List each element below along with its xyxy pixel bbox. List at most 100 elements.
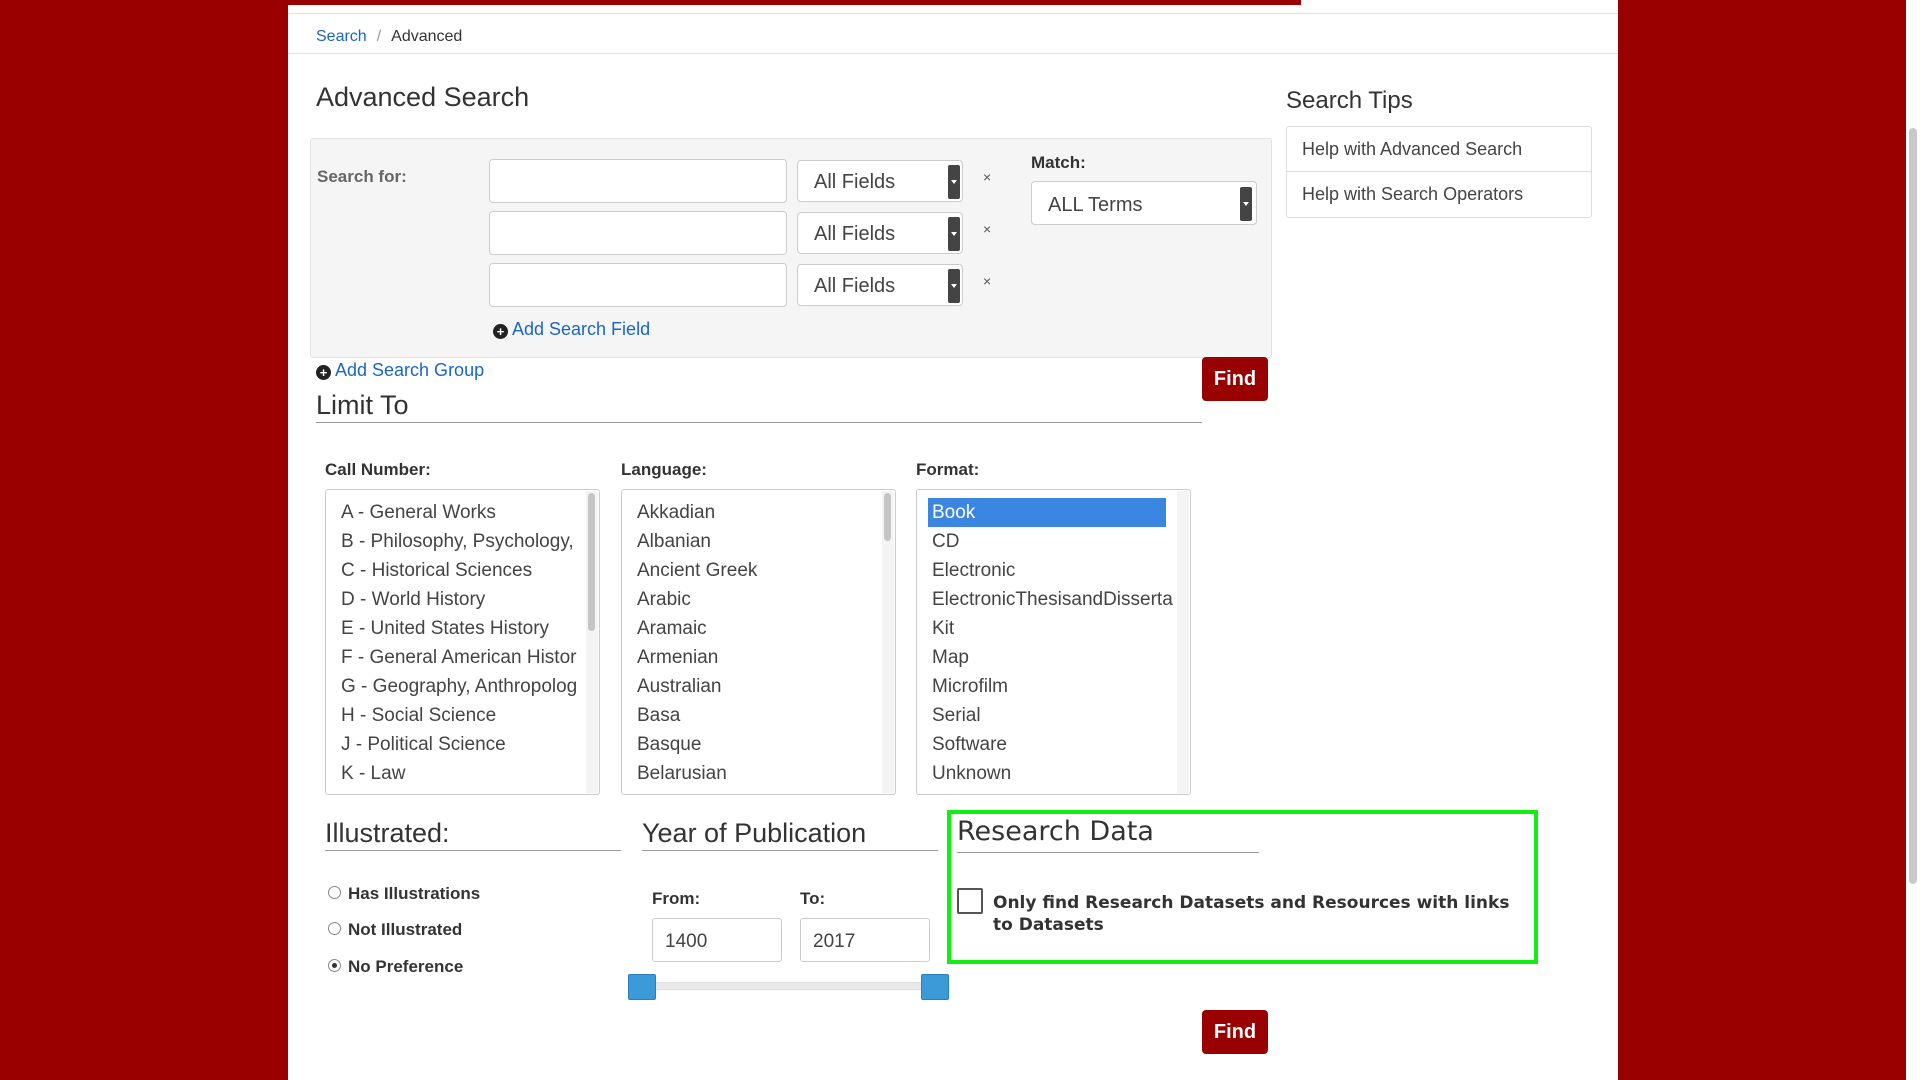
call-number-listbox[interactable]: A - General Works B - Philosophy, Psychol… (325, 489, 600, 795)
slider-handle-to[interactable] (921, 974, 949, 1000)
list-option[interactable]: Electronic (917, 556, 1178, 585)
list-option[interactable]: Aramaic (622, 614, 883, 643)
list-option[interactable]: Albanian (622, 527, 883, 556)
list-option[interactable]: Kit (917, 614, 1178, 643)
divider (316, 422, 1202, 423)
chevron-down-icon (1240, 187, 1252, 221)
format-label: Format: (916, 460, 980, 479)
format-options: Book CD Electronic ElectronicThesisandDisse… (917, 498, 1178, 788)
list-option[interactable]: A - General Works (326, 498, 587, 527)
list-option[interactable]: F - General American Histor (326, 643, 587, 672)
list-option[interactable]: Basque (622, 730, 883, 759)
language-listbox[interactable]: Akkadian Albanian Ancient Greek Arabic Arama… (621, 489, 896, 795)
list-option[interactable]: Arabic (622, 585, 883, 614)
slider-handle-from[interactable] (628, 974, 656, 1000)
scrollbar[interactable] (586, 491, 598, 793)
call-number-label: Call Number: (325, 460, 431, 479)
radio-label: Not Illustrated (348, 920, 463, 939)
list-option[interactable]: Armenian (622, 643, 883, 672)
format-listbox[interactable]: Book CD Electronic ElectronicThesisandDisse… (916, 489, 1191, 795)
list-option[interactable]: E - United States History (326, 614, 587, 643)
scrollbar-thumb[interactable] (884, 493, 891, 541)
remove-field-icon[interactable]: × (983, 169, 991, 185)
breadcrumb-search-link[interactable]: Search (316, 28, 367, 45)
page-title: Advanced Search (316, 82, 530, 112)
year-from-input[interactable]: 1400 (652, 918, 782, 962)
radio-button-selected[interactable] (328, 959, 341, 972)
list-option[interactable]: Belarusian (622, 759, 883, 788)
divider (288, 53, 1618, 54)
radio-label: Has Illustrations (348, 884, 481, 903)
match-select[interactable]: ALL Terms (1031, 181, 1257, 225)
find-button[interactable]: Find (1202, 357, 1268, 401)
language-options: Akkadian Albanian Ancient Greek Arabic Arama… (622, 498, 883, 788)
list-option[interactable]: B - Philosophy, Psychology, (326, 527, 587, 556)
search-term-input[interactable] (489, 159, 787, 203)
radio-button[interactable] (328, 886, 341, 899)
chevron-down-icon (948, 217, 960, 251)
remove-field-icon[interactable]: × (983, 221, 991, 237)
radio-has-illustrations[interactable]: Has Illustrations (328, 884, 481, 904)
list-option[interactable]: Microfilm (917, 672, 1178, 701)
radio-button[interactable] (328, 922, 341, 935)
list-option[interactable]: C - Historical Sciences (326, 556, 587, 585)
field-select-value: All Fields (814, 171, 896, 193)
language-label: Language: (621, 460, 707, 479)
year-range-slider[interactable] (630, 982, 924, 990)
help-search-operators-link[interactable]: Help with Search Operators (1287, 172, 1591, 217)
research-data-checkbox-label[interactable]: Only find Research Datasets and Resource… (993, 892, 1523, 936)
breadcrumb: Search / Advanced (316, 28, 462, 46)
research-data-checkbox[interactable] (957, 888, 983, 914)
year-to-input[interactable]: 2017 (800, 918, 930, 962)
field-select[interactable]: All Fields (797, 264, 963, 306)
field-select[interactable]: All Fields (797, 212, 963, 254)
scrollbar[interactable] (1177, 491, 1189, 793)
list-option[interactable]: D - World History (326, 585, 587, 614)
divider (325, 850, 621, 851)
radio-no-preference[interactable]: No Preference (328, 957, 463, 977)
list-option[interactable]: Book (928, 498, 1166, 527)
list-option[interactable]: Australian (622, 672, 883, 701)
list-option[interactable]: J - Political Science (326, 730, 587, 759)
add-search-field-link[interactable]: + Add Search Field (493, 319, 650, 340)
add-search-group-label: Add Search Group (335, 360, 485, 380)
search-for-label: Search for: (317, 167, 407, 186)
chevron-down-icon (948, 269, 960, 303)
list-option[interactable]: K - Law (326, 759, 587, 788)
limit-to-heading: Limit To (316, 390, 409, 420)
list-option[interactable]: Unknown (917, 759, 1178, 788)
scrollbar[interactable] (882, 491, 894, 793)
radio-not-illustrated[interactable]: Not Illustrated (328, 920, 463, 940)
search-term-input[interactable] (489, 263, 787, 307)
field-select[interactable]: All Fields (797, 160, 963, 202)
list-option[interactable]: G - Geography, Anthropolog (326, 672, 587, 701)
remove-field-icon[interactable]: × (983, 273, 991, 289)
call-number-options: A - General Works B - Philosophy, Psychol… (326, 498, 587, 788)
list-option[interactable]: Map (917, 643, 1178, 672)
header-bar (288, 0, 1301, 5)
list-option[interactable]: CD (917, 527, 1178, 556)
search-tips-list: Help with Advanced Search Help with Sear… (1286, 126, 1592, 218)
research-data-heading: Research Data (957, 816, 1154, 847)
list-option[interactable]: Serial (917, 701, 1178, 730)
help-advanced-search-link[interactable]: Help with Advanced Search (1287, 127, 1591, 172)
list-option[interactable]: Software (917, 730, 1178, 759)
list-option[interactable]: H - Social Science (326, 701, 587, 730)
match-label: Match: (1031, 153, 1086, 172)
list-option[interactable]: ElectronicThesisandDisserta (917, 585, 1178, 614)
list-option[interactable]: Ancient Greek (622, 556, 883, 585)
scrollbar-thumb[interactable] (588, 493, 595, 631)
add-search-group-link[interactable]: + Add Search Group (316, 360, 484, 381)
research-data-section: Research Data Only find Research Dataset… (947, 810, 1538, 964)
search-term-input[interactable] (489, 211, 787, 255)
search-tips-heading: Search Tips (1286, 87, 1413, 114)
page-scrollbar-thumb[interactable] (1909, 128, 1917, 884)
list-option[interactable]: Akkadian (622, 498, 883, 527)
find-button[interactable]: Find (1202, 1010, 1268, 1054)
plus-circle-icon: + (493, 324, 508, 339)
chevron-down-icon (948, 165, 960, 199)
list-option[interactable]: Basa (622, 701, 883, 730)
field-select-value: All Fields (814, 223, 896, 245)
match-select-value: ALL Terms (1048, 194, 1143, 216)
breadcrumb-current: Advanced (391, 28, 463, 45)
